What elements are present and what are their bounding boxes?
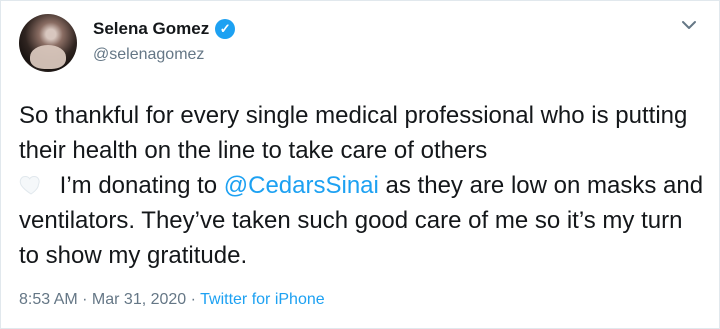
- tweet-text: So thankful for every single medical pro…: [19, 98, 709, 273]
- tweet-meta: 8:53 AM · Mar 31, 2020 · Twitter for iPh…: [19, 291, 325, 309]
- tweet-card: Selena Gomez ✓ @selenagomez So thankful …: [0, 0, 720, 329]
- source-link[interactable]: Twitter for iPhone: [200, 291, 325, 308]
- white-heart-icon: [19, 175, 40, 195]
- author-name[interactable]: Selena Gomez: [93, 19, 209, 39]
- tweet-text-part-1: So thankful for every single medical pro…: [19, 102, 688, 164]
- mention-link[interactable]: @CedarsSinai: [224, 172, 379, 199]
- tweet-text-part-2: I’m donating to: [53, 172, 224, 199]
- avatar[interactable]: [19, 14, 77, 72]
- author-row: Selena Gomez ✓: [93, 19, 236, 39]
- verified-badge-icon: ✓: [215, 19, 236, 39]
- author-handle[interactable]: @selenagomez: [93, 46, 204, 64]
- timestamp[interactable]: 8:53 AM · Mar 31, 2020 ·: [19, 291, 200, 308]
- chevron-down-icon[interactable]: [679, 15, 699, 35]
